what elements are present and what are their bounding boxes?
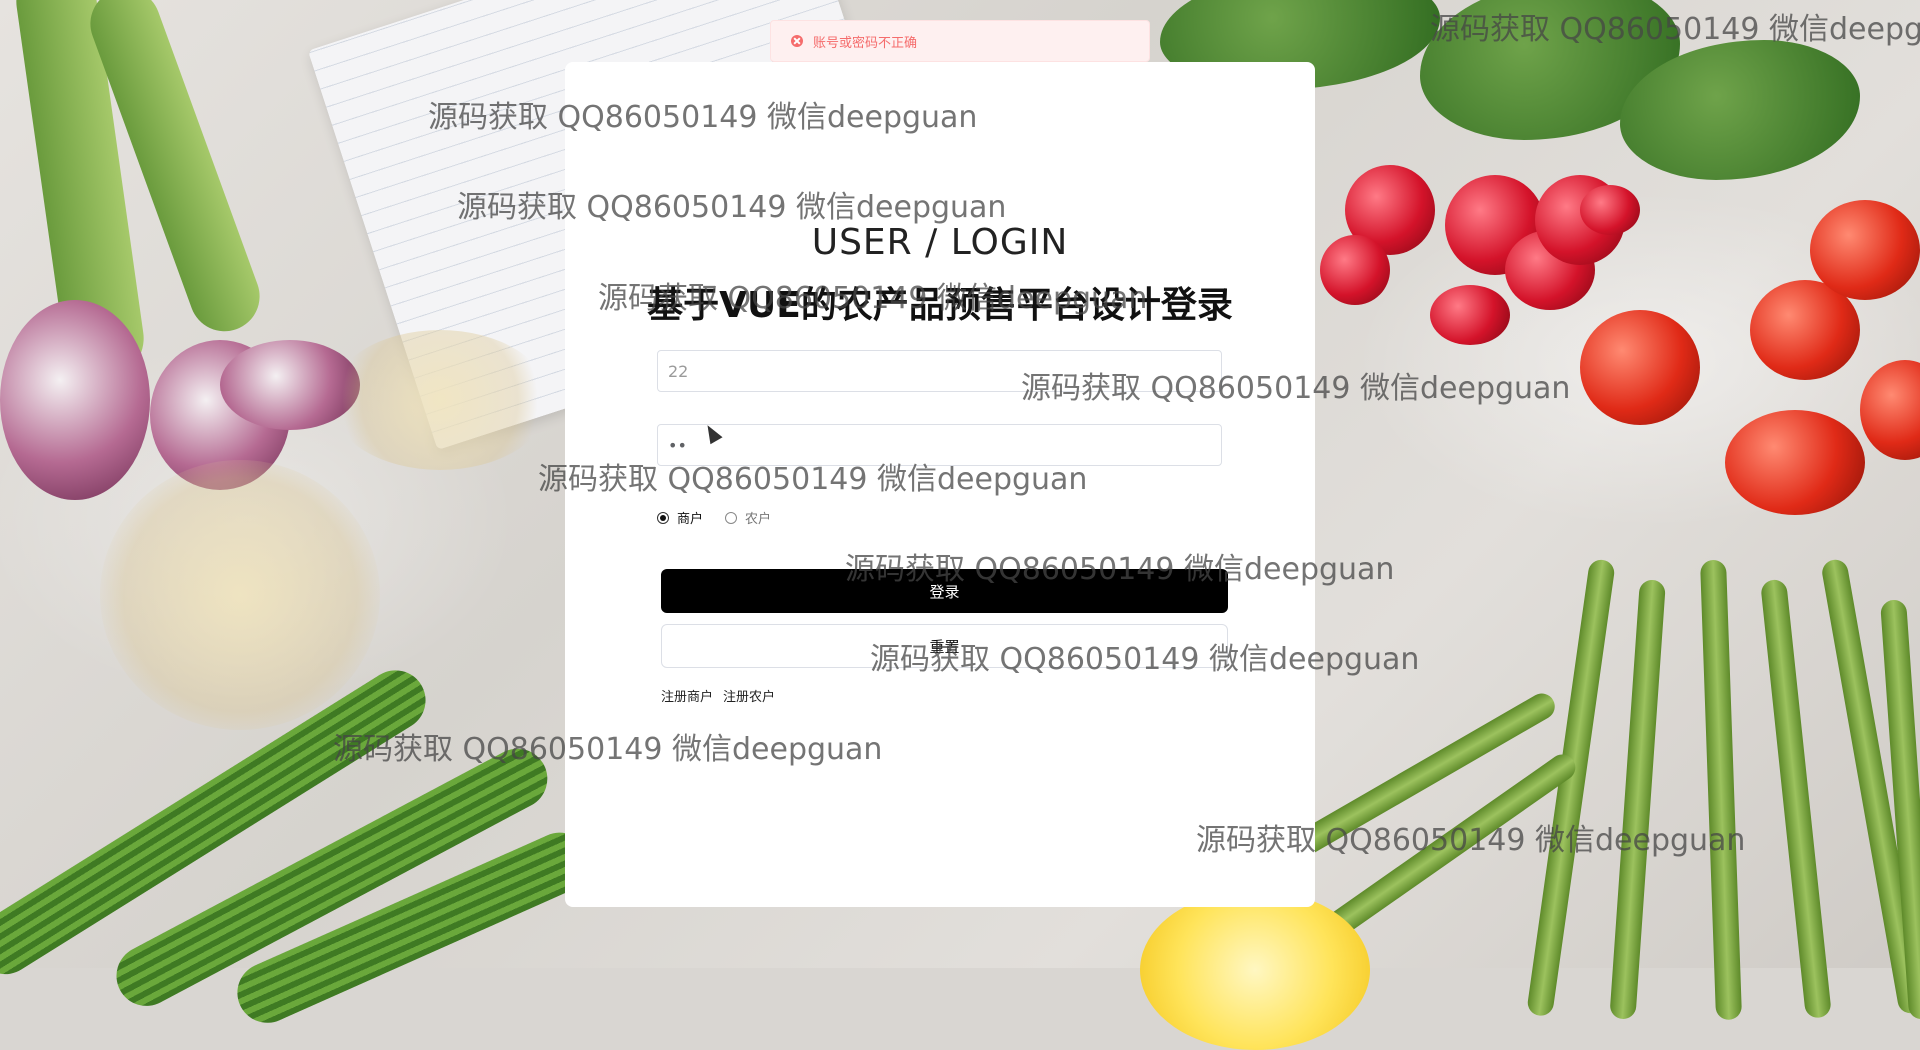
role-radio-label: 商户 bbox=[677, 512, 704, 527]
tomato-decoration bbox=[1810, 200, 1920, 300]
radio-unchecked-icon bbox=[725, 511, 738, 524]
error-circle-icon bbox=[791, 35, 803, 47]
role-radio-label: 农户 bbox=[745, 512, 772, 527]
reset-button[interactable]: 重置 bbox=[661, 624, 1228, 668]
roots-decoration bbox=[330, 330, 550, 470]
onion-decoration bbox=[0, 300, 150, 500]
password-input[interactable] bbox=[657, 424, 1222, 466]
role-radio-farmer[interactable]: 农户 bbox=[725, 508, 771, 527]
login-button[interactable]: 登录 bbox=[661, 569, 1228, 613]
error-toast: 账号或密码不正确 bbox=[770, 20, 1150, 62]
register-merchant-link[interactable]: 注册商户 bbox=[661, 686, 713, 705]
lemon-decoration bbox=[1140, 890, 1370, 1050]
role-radio-merchant[interactable]: 商户 bbox=[657, 508, 703, 527]
tomato-decoration bbox=[1580, 310, 1700, 425]
roots-decoration bbox=[100, 460, 380, 730]
login-heading: USER / LOGIN bbox=[811, 222, 1069, 263]
register-links: 注册商户 注册农户 bbox=[661, 686, 775, 705]
radish-decoration bbox=[1320, 235, 1390, 305]
radish-decoration bbox=[1580, 185, 1640, 235]
tomato-decoration bbox=[1725, 410, 1865, 515]
login-card: USER / LOGIN 基于VUE的农产品预售平台设计登录 商户 农户 登录 … bbox=[565, 62, 1315, 907]
role-radio-group: 商户 农户 bbox=[657, 508, 771, 527]
radish-decoration bbox=[1430, 285, 1510, 345]
username-input[interactable] bbox=[657, 350, 1222, 392]
error-message: 账号或密码不正确 bbox=[813, 35, 918, 51]
radio-checked-icon bbox=[657, 511, 669, 524]
page-title: 基于VUE的农产品预售平台设计登录 bbox=[647, 285, 1233, 326]
register-farmer-link[interactable]: 注册农户 bbox=[723, 686, 775, 705]
